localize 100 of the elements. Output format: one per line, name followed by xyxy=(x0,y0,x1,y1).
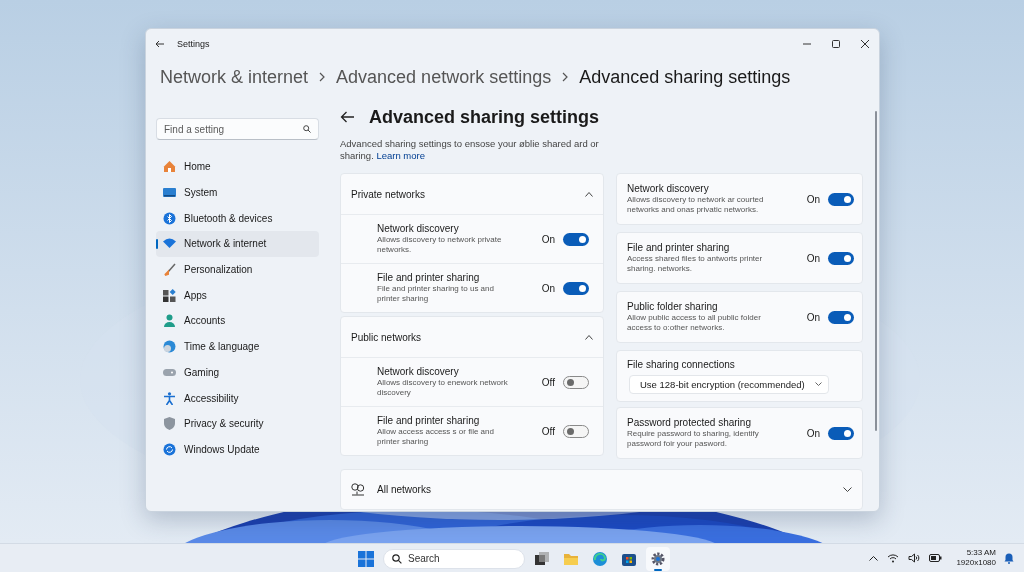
windows-logo-icon xyxy=(358,550,374,567)
toggle-switch[interactable] xyxy=(563,375,589,389)
breadcrumb-link[interactable]: Network & internet xyxy=(160,66,309,88)
all-networks-header[interactable]: All networks xyxy=(340,469,863,510)
sidebar-item[interactable]: System xyxy=(156,179,319,206)
close-icon[interactable] xyxy=(860,40,869,48)
taskbar-app[interactable] xyxy=(646,546,670,571)
network-globe-icon xyxy=(351,483,365,496)
sidebar-item[interactable]: Accounts xyxy=(156,308,319,334)
setting-title: File sharing connections xyxy=(627,358,735,370)
encryption-dropdown[interactable]: Use 128-bit encryption (recommended) xyxy=(629,374,829,394)
sidebar-item[interactable]: Gaming xyxy=(156,359,319,386)
setting-title: File and printer sharing xyxy=(377,271,481,283)
toggle-switch[interactable] xyxy=(828,310,854,324)
setting-description: Allow public access to all public folder access to o:other networks. xyxy=(627,312,762,334)
sidebar-item[interactable]: Accessibility xyxy=(156,385,319,411)
person-icon xyxy=(163,314,176,328)
toggle-switch[interactable] xyxy=(828,192,854,206)
section-title: All networks xyxy=(377,484,431,495)
clock-date[interactable]: 1920x1080 xyxy=(956,558,996,568)
setting-title: Public folder sharing xyxy=(627,300,719,312)
page-title: Advanced sharing settings xyxy=(369,106,600,128)
setting-title: Password protected sharing xyxy=(627,416,752,428)
sidebar-item[interactable]: Network & internet xyxy=(156,231,319,257)
maximize-icon[interactable] xyxy=(831,40,840,48)
toggle-switch[interactable] xyxy=(563,424,589,438)
group-title: Public networks xyxy=(351,331,422,343)
back-arrow-icon[interactable] xyxy=(340,111,355,123)
group-header[interactable]: Public networks xyxy=(341,317,603,358)
setting-description: Allow access access s or file and printer sharing xyxy=(377,426,495,448)
sidebar-item[interactable]: Windows Update xyxy=(156,436,319,463)
breadcrumb-current: Advanced sharing settings xyxy=(579,66,791,88)
shield-icon xyxy=(163,417,176,431)
toggle-switch[interactable] xyxy=(563,232,589,246)
toggle-state: On xyxy=(806,193,820,205)
globe-clock-icon xyxy=(163,340,176,354)
toggle-state: On xyxy=(541,233,555,245)
home-icon xyxy=(163,160,176,174)
chevron-right-icon xyxy=(562,72,569,82)
toggle-state: On xyxy=(541,282,555,294)
minimize-icon[interactable] xyxy=(802,40,811,48)
toggle-switch[interactable] xyxy=(563,281,589,295)
gear-icon xyxy=(650,550,666,567)
sidebar-item[interactable]: Privacy & security xyxy=(156,410,319,437)
back-arrow-icon[interactable] xyxy=(155,40,165,48)
settings-search-field[interactable]: Find a setting xyxy=(156,118,319,140)
toggle-switch[interactable] xyxy=(828,426,854,440)
sidebar-item[interactable]: Home xyxy=(156,154,319,180)
chevron-right-icon xyxy=(319,72,326,82)
setting-description: Require password to sharing, identify password foir your pasword. xyxy=(627,428,760,450)
taskbar-search-field[interactable]: Search xyxy=(383,548,525,569)
accessibility-icon xyxy=(163,391,176,405)
search-icon xyxy=(392,553,402,564)
clock-time[interactable]: 5:33 AM xyxy=(966,548,996,558)
chevron-up-icon xyxy=(585,334,593,340)
page-description: Advanced sharing settings to ensose your øblie shared ard or sharing. Learn more xyxy=(340,138,600,162)
chevron-up-icon xyxy=(585,191,593,197)
setting-title: File and printer sharing xyxy=(627,241,731,253)
task-view-icon xyxy=(534,550,550,567)
setting-title: Network discovery xyxy=(377,222,460,234)
bell-icon[interactable] xyxy=(1004,552,1014,564)
brush-icon xyxy=(163,263,176,277)
group-header[interactable]: Private networks xyxy=(341,174,603,215)
setting-title: Network discovery xyxy=(377,365,460,377)
bluetooth-icon xyxy=(163,211,176,225)
toggle-state: On xyxy=(806,252,820,264)
apps-icon xyxy=(163,288,176,302)
chevron-down-icon xyxy=(815,382,822,386)
search-icon xyxy=(303,125,311,133)
window-title: Settings xyxy=(177,39,210,49)
sidebar-item[interactable]: Apps xyxy=(156,282,319,309)
toggle-state: Off xyxy=(541,376,555,388)
dropdown-value: Use 128-bit encryption (recommended) xyxy=(640,378,805,390)
setting-title: Network discovery xyxy=(627,182,710,194)
setting-description: Allows discovery to network private networks. xyxy=(377,234,503,256)
group-title: Private networks xyxy=(351,188,425,200)
toggle-switch[interactable] xyxy=(828,251,854,265)
setting-title: File and printer sharing xyxy=(377,414,481,426)
sidebar-item[interactable]: Time & language xyxy=(156,333,319,360)
toggle-state: On xyxy=(806,311,820,323)
chevron-down-icon xyxy=(843,487,852,492)
battery-icon[interactable] xyxy=(929,554,943,562)
breadcrumb-link[interactable]: Advanced network settings xyxy=(336,66,552,88)
wifi-icon xyxy=(163,237,176,251)
setting-description: Allows discovery to network ar courted networks and onas privatic networks. xyxy=(627,194,765,216)
learn-more-link[interactable]: Learn more xyxy=(376,150,426,161)
wifi-icon[interactable] xyxy=(887,553,900,563)
chevron-up-icon[interactable] xyxy=(869,555,879,561)
setting-description: Allows discovery to enework network discovery xyxy=(377,377,509,399)
scrollbar[interactable] xyxy=(875,111,877,431)
toggle-state: Off xyxy=(541,425,555,437)
speaker-icon[interactable] xyxy=(908,553,921,563)
monitor-icon xyxy=(163,186,176,200)
sidebar-item[interactable]: Bluetooth & devices xyxy=(156,205,319,232)
browser-icon xyxy=(592,550,608,567)
setting-description: Access shared files to antworts printer sharing. networks. xyxy=(627,253,764,275)
sync-icon xyxy=(163,442,176,456)
setting-description: File and printer sharing to us and printer sharing xyxy=(377,283,495,305)
toggle-state: On xyxy=(806,427,820,439)
sidebar-item[interactable]: Personalization xyxy=(156,256,319,283)
